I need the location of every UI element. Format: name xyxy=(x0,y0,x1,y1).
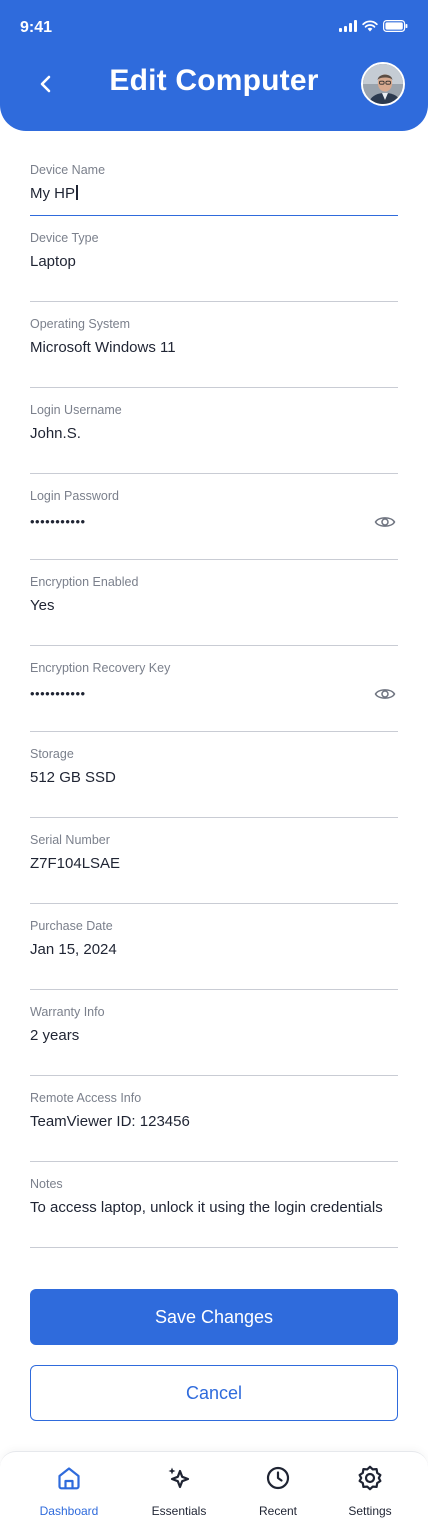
gear-icon xyxy=(358,1465,382,1491)
sparkle-icon xyxy=(168,1467,190,1489)
operating-system-field[interactable]: Operating System Microsoft Windows 11 xyxy=(30,302,398,388)
home-icon xyxy=(58,1467,80,1490)
device-name-field[interactable]: Device Name My HP xyxy=(30,148,398,216)
login-password-field[interactable]: Login Password ••••••••••• xyxy=(30,474,398,560)
tab-label: Essentials xyxy=(151,1504,207,1518)
storage-field[interactable]: Storage 512 GB SSD xyxy=(30,732,398,818)
field-label: Login Password xyxy=(30,489,119,503)
purchase-date-field[interactable]: Purchase Date Jan 15, 2024 xyxy=(30,904,398,990)
tab-essentials[interactable]: Essentials xyxy=(134,1464,224,1518)
cellular-signal-icon xyxy=(339,20,357,32)
warranty-info-field[interactable]: Warranty Info 2 years xyxy=(30,990,398,1076)
remote-access-info-value[interactable]: TeamViewer ID: 123456 xyxy=(30,1113,190,1130)
purchase-date-value[interactable]: Jan 15, 2024 xyxy=(30,941,117,958)
tab-settings[interactable]: Settings xyxy=(325,1464,415,1518)
device-type-value[interactable]: Laptop xyxy=(30,253,76,270)
field-value: My HP xyxy=(30,185,75,202)
status-icons xyxy=(339,20,408,32)
header: 9:41 Edit Computer xyxy=(0,0,428,131)
field-label: Encryption Recovery Key xyxy=(30,661,171,675)
storage-value[interactable]: 512 GB SSD xyxy=(30,769,116,786)
encryption-recovery-key-field[interactable]: Encryption Recovery Key ••••••••••• xyxy=(30,646,398,732)
bottom-tab-bar: Dashboard Essentials Recent Settings xyxy=(0,1451,428,1519)
field-label: Remote Access Info xyxy=(30,1091,142,1105)
field-label: Device Type xyxy=(30,231,99,245)
notes-field[interactable]: Notes To access laptop, unlock it using … xyxy=(30,1162,398,1248)
login-username-field[interactable]: Login Username John.S. xyxy=(30,388,398,474)
device-type-field[interactable]: Device Type Laptop xyxy=(30,216,398,302)
edit-computer-form: Device Name My HP Device Type Laptop Ope… xyxy=(30,148,398,1248)
eye-icon[interactable] xyxy=(374,514,396,530)
status-time: 9:41 xyxy=(20,19,53,36)
wifi-icon xyxy=(362,20,378,32)
field-label: Purchase Date xyxy=(30,919,113,933)
encryption-enabled-field[interactable]: Encryption Enabled Yes xyxy=(30,560,398,646)
tab-dashboard[interactable]: Dashboard xyxy=(24,1464,114,1518)
field-label: Login Username xyxy=(30,403,122,417)
tab-label: Recent xyxy=(258,1504,298,1518)
encryption-recovery-key-value[interactable]: ••••••••••• xyxy=(30,686,86,701)
warranty-info-value[interactable]: 2 years xyxy=(30,1027,79,1044)
user-photo-icon xyxy=(363,64,403,104)
field-label: Storage xyxy=(30,747,74,761)
tab-label: Dashboard xyxy=(39,1504,99,1518)
cancel-button[interactable]: Cancel xyxy=(30,1365,398,1421)
field-label: Device Name xyxy=(30,163,106,177)
device-name-input[interactable]: My HP xyxy=(30,185,78,202)
tab-label: Settings xyxy=(348,1504,392,1518)
save-changes-button[interactable]: Save Changes xyxy=(30,1289,398,1345)
text-caret xyxy=(76,185,78,200)
login-password-value[interactable]: ••••••••••• xyxy=(30,514,86,529)
tab-recent[interactable]: Recent xyxy=(233,1464,323,1518)
field-label: Serial Number xyxy=(30,833,110,847)
login-username-value[interactable]: John.S. xyxy=(30,425,81,442)
field-label: Notes xyxy=(30,1177,63,1191)
serial-number-field[interactable]: Serial Number Z7F104LSAE xyxy=(30,818,398,904)
avatar[interactable] xyxy=(361,62,405,106)
operating-system-value[interactable]: Microsoft Windows 11 xyxy=(30,339,176,356)
encryption-enabled-value[interactable]: Yes xyxy=(30,597,54,614)
clock-icon xyxy=(266,1466,290,1490)
eye-icon[interactable] xyxy=(374,686,396,702)
battery-icon xyxy=(383,20,408,32)
notes-value[interactable]: To access laptop, unlock it using the lo… xyxy=(30,1199,383,1216)
serial-number-value[interactable]: Z7F104LSAE xyxy=(30,855,120,872)
field-label: Operating System xyxy=(30,317,131,331)
field-label: Warranty Info xyxy=(30,1005,105,1019)
remote-access-info-field[interactable]: Remote Access Info TeamViewer ID: 123456 xyxy=(30,1076,398,1162)
field-label: Encryption Enabled xyxy=(30,575,139,589)
